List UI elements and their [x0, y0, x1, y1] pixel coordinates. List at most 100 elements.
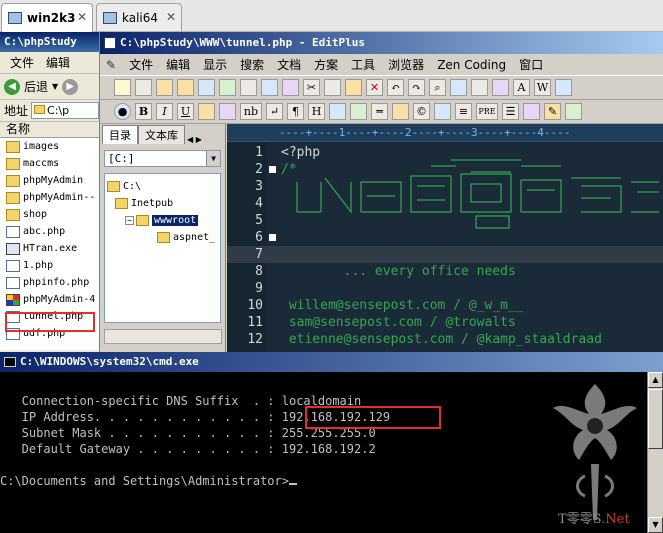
menu-edit[interactable]: 编辑	[166, 56, 190, 73]
tree-node-inetpub[interactable]: Inetpub	[105, 195, 220, 212]
code-line[interactable]: 12 etienne@sensepost.com / @kamp_staaldr…	[227, 331, 663, 348]
list-item[interactable]: maccms	[0, 155, 99, 172]
close-icon[interactable]: ✕	[166, 10, 176, 24]
column-header-name[interactable]: 名称	[0, 122, 99, 138]
drive-select[interactable]: [C:] ▼	[104, 150, 221, 167]
menu-zen-coding[interactable]: Zen Coding	[437, 58, 506, 72]
open-folder-icon[interactable]	[177, 79, 194, 96]
open-folder-icon[interactable]	[156, 79, 173, 96]
vm-tab-win2k3[interactable]: win2k3 ✕	[1, 3, 93, 32]
cut-icon[interactable]: ✂	[303, 79, 320, 96]
toggle-icon[interactable]	[492, 79, 509, 96]
edit-icon[interactable]: ✎	[544, 103, 561, 120]
hr-icon[interactable]: ═	[371, 103, 388, 120]
comment-icon[interactable]	[392, 103, 409, 120]
list-item[interactable]: abc.php	[0, 223, 99, 240]
replace-icon[interactable]	[450, 79, 467, 96]
print-icon[interactable]	[240, 79, 257, 96]
nbsp-button[interactable]: nb	[240, 103, 262, 120]
script-icon[interactable]	[565, 103, 582, 120]
preview-icon[interactable]	[261, 79, 278, 96]
menu-project[interactable]: 方案	[314, 56, 338, 73]
word-wrap-icon[interactable]: W	[534, 79, 551, 96]
menu-search[interactable]: 搜索	[240, 56, 264, 73]
list-item[interactable]: shop	[0, 206, 99, 223]
chevron-down-icon[interactable]: ▼	[52, 82, 58, 91]
menu-file[interactable]: 文件	[10, 54, 34, 71]
menu-window[interactable]: 窗口	[519, 56, 543, 73]
anchor-icon[interactable]	[350, 103, 367, 120]
undo-icon[interactable]: ↶	[387, 79, 404, 96]
paragraph-button[interactable]: ¶	[287, 103, 304, 120]
heading-button[interactable]: H	[308, 103, 325, 120]
paste-icon[interactable]	[345, 79, 362, 96]
list-item[interactable]: images	[0, 138, 99, 155]
globe-icon[interactable]: ●	[114, 103, 131, 120]
code-editor[interactable]: ----+----1----+----2----+----3----+----4…	[227, 124, 663, 352]
settings-icon[interactable]	[555, 79, 572, 96]
list-icon[interactable]: ≡	[455, 103, 472, 120]
tree-node-c-root[interactable]: C:\	[105, 178, 220, 195]
cmd-window[interactable]: C:\WINDOWS\system32\cmd.exe Connection-s…	[0, 352, 663, 533]
scroll-up-icon[interactable]: ▲	[648, 372, 663, 388]
bold-button[interactable]: B	[135, 103, 152, 120]
font-color-icon[interactable]	[198, 103, 215, 120]
tab-cliptext[interactable]: 文本库	[138, 125, 185, 144]
redo-icon[interactable]: ↷	[408, 79, 425, 96]
find-icon[interactable]: ⌕	[429, 79, 446, 96]
tree-node-aspnet[interactable]: aspnet_	[105, 229, 220, 246]
scroll-thumb[interactable]	[648, 389, 663, 449]
menu-document[interactable]: 文档	[277, 56, 301, 73]
code-line[interactable]: 11 sam@sensepost.com / @trowalts	[227, 314, 663, 331]
horizontal-scrollbar[interactable]	[104, 329, 222, 344]
tree-node-wwwroot[interactable]: − wwwroot	[105, 212, 220, 229]
chevron-down-icon[interactable]: ▼	[206, 151, 220, 166]
code-line[interactable]: 8 ... every office needs	[227, 263, 663, 280]
back-button[interactable]: 后退	[24, 78, 48, 95]
color-picker-icon[interactable]	[219, 103, 236, 120]
special-char-icon[interactable]: ©	[413, 103, 430, 120]
code-line-current[interactable]: 7	[227, 246, 663, 263]
list-item[interactable]: HTran.exe	[0, 240, 99, 257]
menu-tools[interactable]: 工具	[351, 56, 375, 73]
table-icon[interactable]	[434, 103, 451, 120]
css-icon[interactable]	[523, 103, 540, 120]
line-break-icon[interactable]: ↵	[266, 103, 283, 120]
back-arrow-icon[interactable]: ◀	[4, 78, 20, 95]
spellcheck-icon[interactable]	[282, 79, 299, 96]
fold-marker-icon[interactable]	[269, 166, 276, 173]
list-item[interactable]: 1.php	[0, 257, 99, 274]
fold-marker-icon[interactable]	[269, 234, 276, 241]
code-line[interactable]: 10 willem@sensepost.com / @_w_m__	[227, 297, 663, 314]
vm-tab-kali64[interactable]: kali64 ✕	[96, 3, 182, 31]
new-doc-icon[interactable]	[135, 79, 152, 96]
cmd-prompt[interactable]: C:\Documents and Settings\Administrator>	[0, 474, 297, 488]
font-icon[interactable]: A	[513, 79, 530, 96]
form-icon[interactable]: ☰	[502, 103, 519, 120]
save-all-icon[interactable]	[219, 79, 236, 96]
menu-edit[interactable]: 编辑	[46, 54, 70, 71]
list-item[interactable]: phpinfo.php	[0, 274, 99, 291]
close-icon[interactable]: ✕	[77, 10, 87, 24]
menu-browser[interactable]: 浏览器	[388, 56, 424, 73]
list-item[interactable]: phpMyAdmin--	[0, 189, 99, 206]
address-input[interactable]: C:\p	[31, 102, 99, 119]
menu-view[interactable]: 显示	[203, 56, 227, 73]
image-icon[interactable]	[329, 103, 346, 120]
list-item[interactable]: phpMyAdmin-4	[0, 291, 99, 308]
new-file-icon[interactable]	[114, 79, 131, 96]
tab-scroll-arrows[interactable]: ◀ ▶	[187, 135, 202, 144]
vertical-scrollbar[interactable]: ▲ ▼	[647, 372, 663, 533]
list-item[interactable]: phpMyAdmin	[0, 172, 99, 189]
italic-button[interactable]: I	[156, 103, 173, 120]
save-icon[interactable]	[198, 79, 215, 96]
goto-icon[interactable]	[471, 79, 488, 96]
forward-arrow-icon[interactable]: ▶	[62, 78, 79, 95]
scroll-down-icon[interactable]: ▼	[648, 517, 663, 533]
underline-button[interactable]: U	[177, 103, 194, 120]
delete-icon[interactable]: ✕	[366, 79, 383, 96]
tab-directory[interactable]: 目录	[102, 125, 138, 144]
collapse-icon[interactable]: −	[125, 216, 134, 225]
code-line[interactable]: 9	[227, 280, 663, 297]
copy-icon[interactable]	[324, 79, 341, 96]
